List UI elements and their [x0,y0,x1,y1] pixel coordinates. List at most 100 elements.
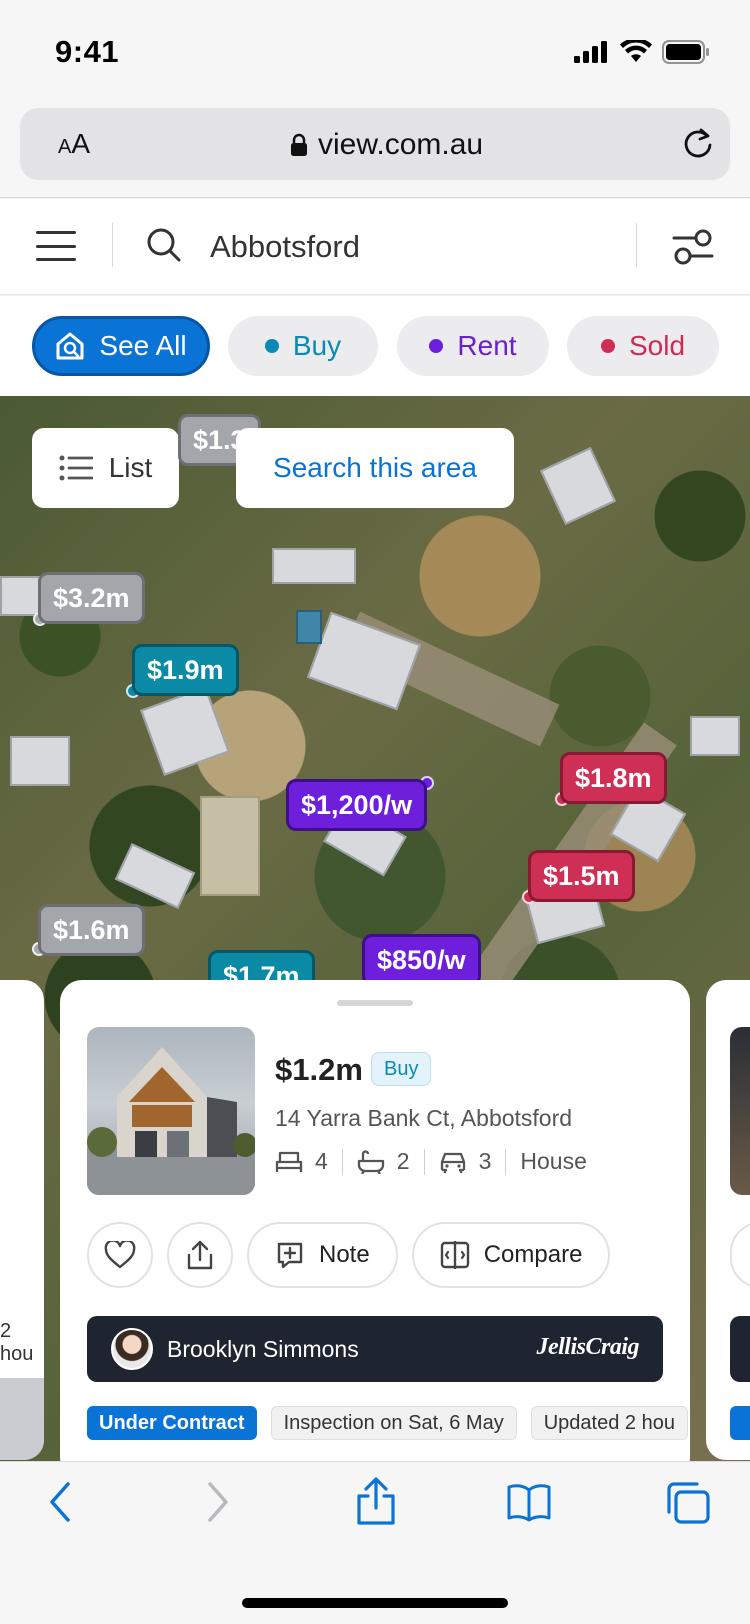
side-card-button [730,1222,750,1288]
map-pool [296,610,322,644]
compare-icon [440,1241,469,1269]
listing-address: 14 Yarra Bank Ct, Abbotsford [275,1105,573,1131]
marker-label: $850/w [377,944,466,975]
map-price-marker[interactable]: $1.6m [38,904,145,956]
url-display[interactable]: view.com.au [290,128,483,162]
previous-listing-card[interactable]: 2 hou [0,980,44,1460]
list-view-label: List [108,452,153,483]
reader-text-size-button[interactable]: AA [58,128,90,160]
side-card-thumb [0,1378,44,1460]
search-icon [147,228,181,262]
bedrooms: 4 [275,1148,328,1175]
filter-sold-label: Sold [628,330,686,361]
filter-buy[interactable]: Buy [228,316,378,376]
map-building [306,611,422,711]
header-divider [112,223,113,267]
car-icon [440,1152,465,1173]
bathrooms-count: 2 [396,1148,410,1174]
back-icon[interactable] [46,1480,76,1524]
marker-label: $1,200/w [301,789,413,820]
inspection-tag: Inspection on Sat, 6 May [270,1406,517,1440]
map-building [690,716,740,756]
listing-card[interactable]: $1.2m Buy 14 Yarra Bank Ct, Abbotsford 4… [60,980,690,1480]
sold-dot [600,339,615,353]
menu-icon[interactable] [36,231,76,261]
side-card-tag [730,1406,750,1440]
agency-logo: JellisCraig [536,1334,639,1360]
address-bar[interactable]: AA view.com.au [20,108,730,180]
filter-rent-label: Rent [457,330,517,361]
map-building [114,843,196,909]
app-header: Abbotsford [0,199,750,295]
favourite-button[interactable] [87,1222,153,1288]
property-type: House [520,1148,587,1174]
lock-icon [291,133,307,156]
map-building [539,446,617,526]
car-spaces-count: 3 [478,1148,492,1174]
bed-icon [275,1151,303,1172]
tabs-icon[interactable] [664,1480,712,1526]
side-card-thumb [730,1027,750,1195]
reload-icon[interactable] [680,126,716,162]
marker-label: $1.8m [575,762,652,793]
rent-dot [429,339,444,353]
bathrooms: 2 [357,1148,410,1175]
forward-icon[interactable] [202,1480,232,1524]
status-time: 9:41 [55,34,120,69]
compare-button[interactable]: Compare [411,1222,611,1288]
side-card-agent [730,1316,750,1382]
bookmarks-icon[interactable] [506,1482,552,1522]
listing-features: 4 2 3 House [275,1148,587,1175]
marker-label: $3.2m [53,582,130,613]
map-building [272,548,356,584]
share-sheet-icon[interactable] [354,1476,398,1526]
listing-tags: Under Contract Inspection on Sat, 6 May … [87,1406,690,1440]
filter-see-all[interactable]: See All [32,316,210,376]
home-indicator[interactable] [242,1598,508,1608]
map-price-marker[interactable]: $3.2m [38,572,145,624]
agent-bar[interactable]: Brooklyn Simmons JellisCraig [87,1316,663,1382]
location-search-input[interactable]: Abbotsford [210,229,360,265]
bath-icon [357,1149,384,1174]
listing-photo[interactable] [87,1027,255,1195]
battery-icon [662,40,709,64]
next-listing-card[interactable] [706,980,750,1460]
updated-tag: Updated 2 hou [530,1406,688,1440]
listing-price: $1.2m [275,1052,363,1087]
map-price-marker[interactable]: $1.8m [560,752,667,804]
filter-sliders-icon[interactable] [672,227,714,267]
map-building [0,576,40,616]
note-add-icon [277,1242,303,1269]
map-price-marker[interactable]: $1,200/w [286,779,428,831]
filter-sold[interactable]: Sold [567,316,719,376]
map-tennis-court [200,796,260,896]
house-photo-image [87,1047,255,1195]
share-button[interactable] [167,1222,233,1288]
status-icons [574,40,710,64]
map-building [10,736,70,786]
house-search-icon [56,332,84,360]
map-price-marker[interactable]: $850/w [362,934,481,986]
browser-url-area: AA view.com.au [0,104,750,198]
aa-small: A [58,136,72,158]
status-badge: Under Contract [87,1406,257,1440]
note-button[interactable]: Note [247,1222,398,1288]
marker-label: $1.9m [147,654,224,685]
side-card-tag: 2 hou [0,1320,34,1365]
car-spaces: 3 [439,1148,492,1175]
filter-buy-label: Buy [292,330,342,361]
aa-large: A [71,128,91,159]
search-this-area-button[interactable]: Search this area [236,428,514,508]
compare-label: Compare [483,1241,583,1268]
listing-type-badge: Buy [371,1052,432,1086]
wifi-icon [620,40,652,62]
header-divider [636,223,637,267]
list-view-button[interactable]: List [32,428,179,508]
list-icon [59,455,93,481]
filter-rent[interactable]: Rent [397,316,549,376]
map-price-marker[interactable]: $1.9m [132,644,239,696]
drag-handle[interactable] [337,1000,413,1006]
agent-avatar [111,1328,153,1370]
note-label: Note [319,1241,370,1268]
map-price-marker[interactable]: $1.5m [528,850,635,902]
